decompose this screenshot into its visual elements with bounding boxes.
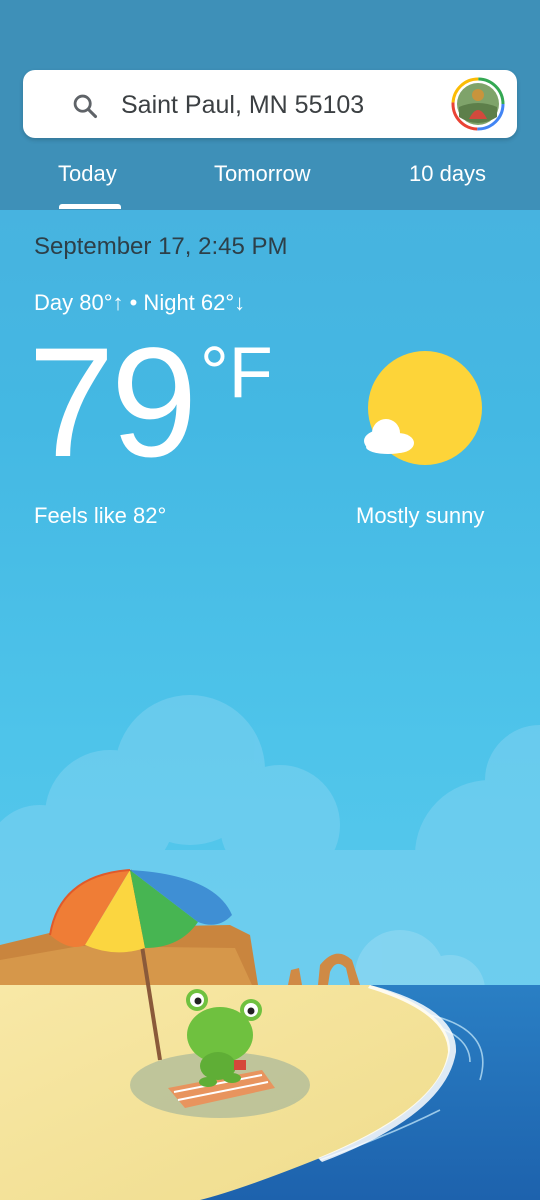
tab-today[interactable]: Today	[58, 160, 117, 188]
tab-selected-indicator	[59, 204, 121, 209]
location-text[interactable]: Saint Paul, MN 55103	[121, 90, 364, 120]
date-time: September 17, 2:45 PM	[34, 233, 288, 260]
current-temperature: 79	[28, 316, 198, 490]
sun-with-cloud-icon	[364, 351, 482, 465]
weather-screen: Saint Paul, MN 55103 Today Tomorrow 10 d…	[0, 0, 540, 1200]
tab-tomorrow[interactable]: Tomorrow	[214, 160, 311, 188]
search-icon[interactable]	[71, 92, 99, 120]
feels-like: Feels like 82°	[34, 503, 167, 528]
account-avatar[interactable]	[451, 77, 505, 131]
beach-frog-illustration	[0, 695, 540, 1200]
tab-10-days[interactable]: 10 days	[409, 160, 486, 188]
search-bar[interactable]: Saint Paul, MN 55103	[23, 70, 517, 138]
day-night-temps: Day 80°↑ • Night 62°↓	[34, 290, 246, 315]
condition-text: Mostly sunny	[356, 503, 485, 528]
temperature-unit: °F	[200, 333, 273, 413]
tab-bar: Today Tomorrow 10 days	[0, 150, 540, 210]
header: Saint Paul, MN 55103 Today Tomorrow 10 d…	[0, 0, 540, 210]
